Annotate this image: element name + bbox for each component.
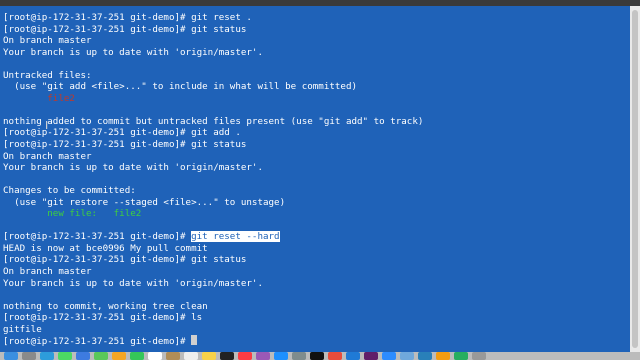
terminal-text: Untracked files:	[3, 69, 92, 81]
terminal-text: Your branch is up to date with 'origin/m…	[3, 162, 263, 174]
terminal-text: Your branch is up to date with 'origin/m…	[3, 277, 263, 289]
preview-icon[interactable]	[400, 352, 414, 360]
terminal-line: [root@ip-172-31-37-251 git-demo]# git ad…	[3, 127, 630, 139]
terminal-text: [root@ip-172-31-37-251 git-demo]# git st…	[3, 139, 247, 151]
terminal-text: On branch master	[3, 35, 92, 47]
terminal-text: file2	[47, 92, 75, 104]
terminal-line: Untracked files:	[3, 70, 630, 82]
terminal-line: [root@ip-172-31-37-251 git-demo]# git st…	[3, 24, 630, 36]
terminal-icon[interactable]	[310, 352, 324, 360]
launchpad-icon[interactable]	[22, 352, 36, 360]
terminal-line: (use "git add <file>..." to include in w…	[3, 81, 630, 93]
terminal-line: gitfile	[3, 324, 630, 336]
tv-icon[interactable]	[220, 352, 234, 360]
terminal-output: [root@ip-172-31-37-251 git-demo]# git re…	[3, 12, 630, 347]
terminal-line: [root@ip-172-31-37-251 git-demo]# git st…	[3, 139, 630, 151]
terminal-line: [root@ip-172-31-37-251 git-demo]# git re…	[3, 12, 630, 24]
terminal-line: new file: file2	[3, 208, 630, 220]
selected-text: git reset --hard	[191, 231, 280, 243]
pages-icon[interactable]	[436, 352, 450, 360]
terminal-text: [root@ip-172-31-37-251 git-demo]#	[3, 336, 192, 348]
maps-icon[interactable]	[94, 352, 108, 360]
terminal-line: Your branch is up to date with 'origin/m…	[3, 278, 630, 290]
terminal-window[interactable]: [root@ip-172-31-37-251 git-demo]# git re…	[0, 6, 630, 352]
facetime-icon[interactable]	[130, 352, 144, 360]
photos-icon[interactable]	[112, 352, 126, 360]
terminal-text: Your branch is up to date with 'origin/m…	[3, 46, 263, 58]
terminal-text: HEAD is now at bce0996 My pull commit	[3, 242, 208, 254]
messages-icon[interactable]	[58, 352, 72, 360]
chrome-icon[interactable]	[328, 352, 342, 360]
numbers-icon[interactable]	[454, 352, 468, 360]
terminal-text: [root@ip-172-31-37-251 git-demo]#	[3, 231, 192, 243]
terminal-text: new file: file2	[47, 208, 142, 220]
terminal-text: (use "git add <file>..." to include in w…	[3, 81, 358, 93]
terminal-line: HEAD is now at bce0996 My pull commit	[3, 243, 630, 255]
calendar-icon[interactable]	[148, 352, 162, 360]
music-icon[interactable]	[238, 352, 252, 360]
terminal-line: Your branch is up to date with 'origin/m…	[3, 162, 630, 174]
terminal-scrollbar[interactable]	[630, 6, 640, 352]
terminal-line: file2	[3, 93, 630, 105]
settings-icon[interactable]	[292, 352, 306, 360]
terminal-text: nothing added to commit but untracked fi…	[3, 115, 424, 127]
terminal-line: [root@ip-172-31-37-251 git-demo]# git re…	[3, 231, 630, 243]
terminal-cursor	[191, 335, 198, 346]
terminal-text: [root@ip-172-31-37-251 git-demo]# git ad…	[3, 127, 241, 139]
app-store-icon[interactable]	[274, 352, 288, 360]
terminal-text: [root@ip-172-31-37-251 git-demo]# ls	[3, 312, 203, 324]
terminal-text: Changes to be committed:	[3, 185, 136, 197]
terminal-line: [root@ip-172-31-37-251 git-demo]# git st…	[3, 254, 630, 266]
terminal-line: On branch master	[3, 266, 630, 278]
terminal-line: On branch master	[3, 35, 630, 47]
terminal-text: On branch master	[3, 266, 92, 278]
terminal-line: [root@ip-172-31-37-251 git-demo]#	[3, 335, 630, 347]
terminal-line: Your branch is up to date with 'origin/m…	[3, 47, 630, 59]
notes-icon[interactable]	[202, 352, 216, 360]
vscode-icon[interactable]	[346, 352, 360, 360]
terminal-text: [root@ip-172-31-37-251 git-demo]# git st…	[3, 23, 247, 35]
zoom-icon[interactable]	[382, 352, 396, 360]
reminders-icon[interactable]	[184, 352, 198, 360]
terminal-line: [root@ip-172-31-37-251 git-demo]# ls	[3, 312, 630, 324]
terminal-text: On branch master	[3, 150, 92, 162]
slack-icon[interactable]	[364, 352, 378, 360]
podcasts-icon[interactable]	[256, 352, 270, 360]
dock	[0, 352, 640, 360]
safari-icon[interactable]	[40, 352, 54, 360]
scrollbar-thumb[interactable]	[632, 10, 638, 348]
terminal-text: nothing to commit, working tree clean	[3, 300, 208, 312]
terminal-line: nothing to commit, working tree clean	[3, 301, 630, 313]
terminal-line: (use "git restore --staged <file>..." to…	[3, 197, 630, 209]
terminal-line: nothing added to commit but untracked fi…	[3, 116, 630, 128]
trash-icon[interactable]	[472, 352, 486, 360]
mail-icon[interactable]	[76, 352, 90, 360]
terminal-text: gitfile	[3, 323, 42, 335]
keynote-icon[interactable]	[418, 352, 432, 360]
terminal-text: (use "git restore --staged <file>..." to…	[3, 196, 286, 208]
text-cursor-ibeam-icon: I	[45, 119, 49, 132]
terminal-text: [root@ip-172-31-37-251 git-demo]# git re…	[3, 12, 252, 23]
terminal-line: Changes to be committed:	[3, 185, 630, 197]
terminal-text: [root@ip-172-31-37-251 git-demo]# git st…	[3, 254, 247, 266]
contacts-icon[interactable]	[166, 352, 180, 360]
finder-icon[interactable]	[4, 352, 18, 360]
terminal-line: On branch master	[3, 151, 630, 163]
